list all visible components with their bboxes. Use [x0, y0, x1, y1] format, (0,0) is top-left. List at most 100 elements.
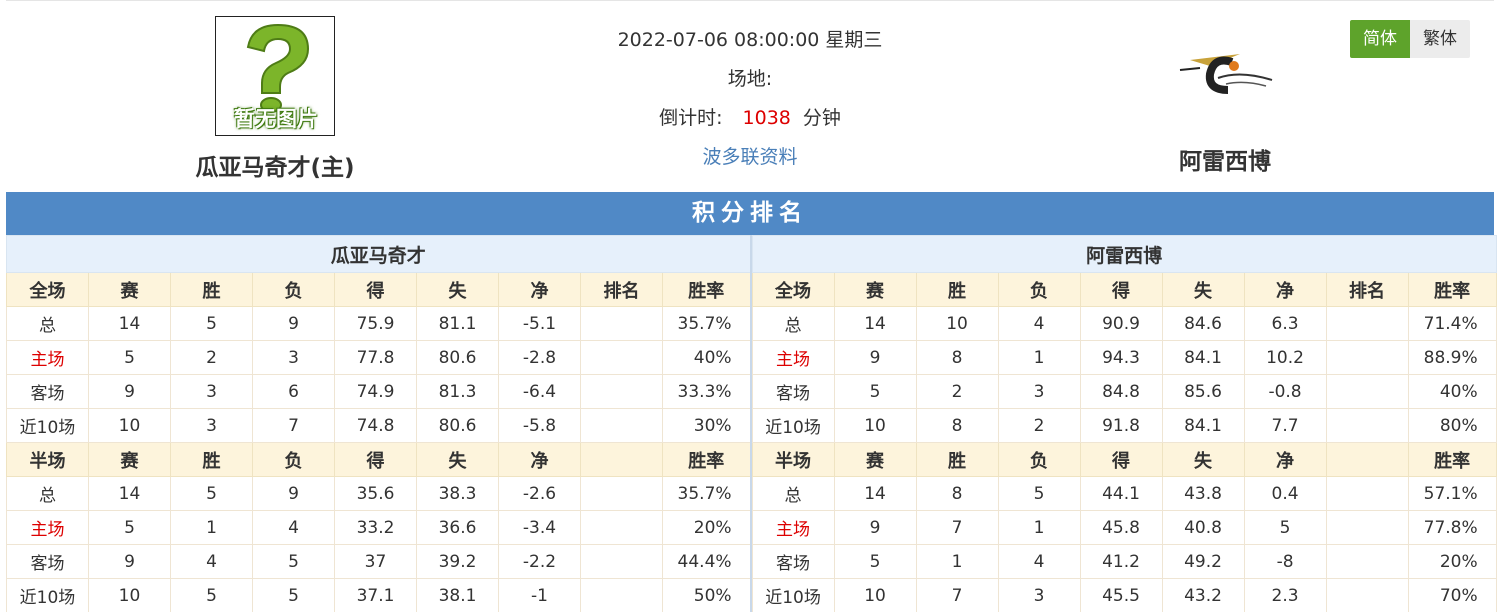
table-cell: 5 — [252, 544, 335, 579]
table-cell: -2.8 — [498, 340, 581, 375]
table-cell: 81.1 — [416, 306, 499, 341]
table-row: 客场 9 3 6 74.9 81.3 -6.4 33.3% — [6, 374, 752, 409]
table-cell: 5 — [170, 306, 253, 341]
away-team-logo[interactable] — [1170, 40, 1280, 110]
table-cell: 33.2 — [334, 510, 417, 545]
table-cell: 38.1 — [416, 578, 499, 612]
table-cell: -2.2 — [498, 544, 581, 579]
table-cell: 14 — [88, 476, 171, 511]
table-cell: 10 — [833, 578, 917, 612]
table-cell: 10 — [833, 408, 917, 443]
table-cell: 57.1% — [1407, 476, 1497, 511]
column-header: 失 — [1161, 442, 1245, 477]
table-cell: 2 — [170, 340, 253, 375]
table-cell: 4 — [252, 510, 335, 545]
table-cell: 3 — [170, 408, 253, 443]
table-cell: 5 — [997, 476, 1081, 511]
table-cell: 4 — [997, 306, 1081, 341]
row-label: 主场 — [751, 510, 835, 545]
column-header: 得 — [1079, 272, 1163, 307]
away-team: 阿雷西博 — [1140, 40, 1310, 176]
table-cell: 80.6 — [416, 340, 499, 375]
table-cell: 5 — [833, 544, 917, 579]
table-cell: 84.6 — [1161, 306, 1245, 341]
column-header: 胜 — [915, 272, 999, 307]
row-label: 近10场 — [751, 408, 835, 443]
table-cell: 88.9% — [1407, 340, 1497, 375]
simplified-button[interactable]: 简体 — [1350, 20, 1410, 58]
table-cell: 90.9 — [1079, 306, 1163, 341]
traditional-button[interactable]: 繁体 — [1410, 20, 1470, 58]
row-label: 客场 — [751, 544, 835, 579]
half-match-header: 半场赛胜负得失净 胜率 — [751, 442, 1497, 477]
table-cell: 9 — [88, 374, 171, 409]
standings-title: 积分排名 — [6, 192, 1494, 235]
column-header: 负 — [997, 272, 1081, 307]
table-cell: 0.4 — [1243, 476, 1327, 511]
table-cell: 35.7% — [661, 306, 752, 341]
table-cell: 14 — [833, 476, 917, 511]
table-cell: 1 — [997, 340, 1081, 375]
row-label: 总 — [6, 306, 89, 341]
home-team: 暂无图片 瓜亚马奇才(主) — [190, 16, 360, 182]
table-row: 近10场 10 3 7 74.8 80.6 -5.8 30% — [6, 408, 752, 443]
column-header: 胜率 — [661, 272, 752, 307]
table-cell: 75.9 — [334, 306, 417, 341]
half-match-header: 半场赛胜负得失净 胜率 — [6, 442, 752, 477]
column-header: 赛 — [833, 442, 917, 477]
standings-team-name: 阿雷西博 — [751, 235, 1497, 273]
column-header: 全场 — [751, 272, 835, 307]
standings-team-name: 瓜亚马奇才 — [5, 235, 752, 273]
table-cell: 8 — [915, 476, 999, 511]
table-cell: 49.2 — [1161, 544, 1245, 579]
table-cell: 20% — [1407, 544, 1497, 579]
language-toggle: 简体 繁体 — [1350, 20, 1470, 58]
table-cell: 44.4% — [661, 544, 752, 579]
home-team-logo[interactable]: 暂无图片 — [215, 16, 335, 136]
countdown-unit: 分钟 — [802, 107, 841, 129]
column-header: 胜 — [170, 442, 253, 477]
table-cell: 2.3 — [1243, 578, 1327, 612]
table-cell: 5 — [252, 578, 335, 612]
column-header: 失 — [416, 272, 499, 307]
venue-label: 场地: — [727, 68, 773, 90]
table-cell: 10 — [88, 408, 171, 443]
column-header: 净 — [498, 442, 581, 477]
row-label: 主场 — [751, 340, 835, 375]
table-cell: 77.8 — [334, 340, 417, 375]
table-cell — [1325, 306, 1409, 341]
column-header — [580, 442, 663, 477]
table-cell: 4 — [170, 544, 253, 579]
table-row: 主场 9 8 1 94.3 84.1 10.2 88.9% — [751, 340, 1497, 375]
table-cell: 2 — [997, 408, 1081, 443]
table-cell: 70% — [1407, 578, 1497, 612]
table-cell: 20% — [661, 510, 752, 545]
column-header — [1325, 442, 1409, 477]
table-cell: -1 — [498, 578, 581, 612]
table-cell: 40% — [661, 340, 752, 375]
table-cell: 37 — [334, 544, 417, 579]
table-cell: 10 — [88, 578, 171, 612]
league-info-link[interactable]: 波多联资料 — [702, 146, 797, 168]
table-cell — [580, 408, 663, 443]
table-cell — [1325, 510, 1409, 545]
column-header: 得 — [334, 272, 417, 307]
row-label: 主场 — [6, 340, 89, 375]
table-row: 总 14 5 9 75.9 81.1 -5.1 35.7% — [6, 306, 752, 341]
table-cell: 40% — [1407, 374, 1497, 409]
away-team-name[interactable]: 阿雷西博 — [1140, 142, 1310, 176]
table-cell: -8 — [1243, 544, 1327, 579]
standings-tables: 瓜亚马奇才 全场赛胜负得失净排名 胜率总 14 5 9 75.9 81.1 -5.1 35.7% 主… — [5, 235, 1497, 612]
table-cell: 2 — [915, 374, 999, 409]
row-label: 总 — [751, 476, 835, 511]
table-row: 客场 5 1 4 41.2 49.2 -8 20% — [751, 544, 1497, 579]
column-header: 失 — [416, 442, 499, 477]
table-cell: 94.3 — [1079, 340, 1163, 375]
column-header: 胜率 — [1407, 442, 1497, 477]
home-team-name[interactable]: 瓜亚马奇才(主) — [190, 148, 360, 182]
table-cell — [1325, 476, 1409, 511]
column-header: 净 — [498, 272, 581, 307]
full-match-header: 全场赛胜负得失净排名 胜率 — [6, 272, 752, 307]
table-cell: 1 — [915, 544, 999, 579]
row-label: 近10场 — [6, 578, 89, 612]
